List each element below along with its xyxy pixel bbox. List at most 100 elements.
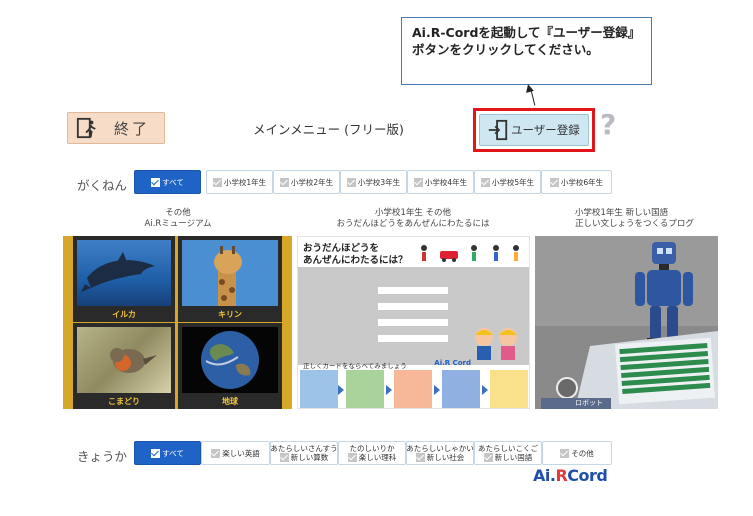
subject-chip-science[interactable]: たのしいりか 楽しい理科: [338, 441, 406, 465]
museum-tile-label: 地球: [222, 397, 238, 406]
chip-label: 楽しい英語: [222, 448, 260, 458]
robot-tag: ロボット: [575, 399, 603, 407]
card-caption-crossing: 小学校1年生 その他 おうだんほどうをあんぜんにわたるには: [313, 208, 513, 230]
subject-chip-social[interactable]: あたらしいしゃかい 新しい社会: [406, 441, 474, 465]
subject-chip-japanese[interactable]: あたらしいこくご 新しい国語: [474, 441, 542, 465]
chip-label: 新しい国語: [494, 453, 533, 462]
sequence-arrows-icon: [338, 385, 488, 395]
card-caption-robot: 小学校1年生 新しい国語 正しい文しょうをつくるプログ: [555, 208, 718, 230]
chip-reading: あたらしいさんすう: [270, 444, 338, 453]
exit-button[interactable]: 終了: [67, 112, 165, 144]
subject-chip-math[interactable]: あたらしいさんすう 新しい算数: [270, 441, 338, 465]
children-icon: [475, 328, 517, 360]
chip-label: 小学校2年生: [290, 177, 334, 187]
card-caption-line: Ai.Rミュージアム: [144, 219, 212, 229]
checkbox-icon: [346, 177, 356, 187]
checkbox-icon: [279, 453, 289, 462]
museum-tile-label: こまどり: [108, 397, 140, 406]
chip-label: その他: [571, 448, 594, 458]
chip-reading: たのしいりか: [349, 444, 395, 453]
grade-label: がくねん: [77, 178, 128, 193]
crossing-figures-icon: [421, 245, 519, 262]
checkbox-icon: [279, 177, 289, 187]
checkbox-icon: [151, 177, 161, 187]
grade-chip-5[interactable]: 小学校5年生: [474, 170, 541, 194]
crossing-question-line: あんぜんにわたるには？: [303, 255, 408, 266]
subject-chip-other[interactable]: その他: [542, 441, 612, 465]
card-caption-line: 正しい文しょうをつくるプログ: [575, 219, 694, 229]
chip-label: 小学校4年生: [424, 177, 468, 187]
robin-icon: [110, 348, 157, 373]
checkbox-icon: [549, 177, 559, 187]
chip-label: 新しい算数: [290, 453, 329, 462]
grade-chip-4[interactable]: 小学校4年生: [407, 170, 474, 194]
grade-chip-3[interactable]: 小学校3年生: [340, 170, 407, 194]
chip-label: 楽しい理科: [358, 453, 397, 462]
subject-label: きょうか: [77, 449, 128, 464]
checkbox-icon: [347, 453, 357, 462]
page-title: メインメニュー (フリー版): [253, 122, 404, 137]
checkbox-icon: [560, 448, 570, 458]
checkbox-icon: [415, 453, 425, 462]
checkbox-icon: [151, 448, 161, 458]
card-caption-line: 小学校1年生 その他: [374, 208, 452, 218]
crossing-logo: Ai.R Cord: [434, 359, 471, 367]
chip-label: 小学校5年生: [491, 177, 535, 187]
brand-logo-part: Cord: [567, 466, 608, 485]
card-caption-line: 小学校1年生 新しい国語: [575, 208, 669, 218]
crosswalk-stripe: [378, 335, 448, 342]
chip-reading: あたらしいこくご: [478, 444, 538, 453]
museum-tile-label: キリン: [218, 310, 242, 319]
road-illustration: [298, 267, 529, 365]
exit-door-icon: [76, 117, 96, 139]
checkbox-icon: [413, 177, 423, 187]
museum-tile-label: イルカ: [112, 310, 136, 319]
checkbox-icon: [211, 448, 221, 458]
chip-label: 小学校3年生: [357, 177, 401, 187]
museum-tile-earth: 地球: [178, 323, 282, 409]
crossing-question: おうだんほどうを あんぜんにわたるには？: [303, 243, 408, 267]
callout-arrow-icon: [524, 83, 534, 93]
brand-logo-part: Ai.: [533, 466, 556, 485]
chip-label: 新しい社会: [426, 453, 465, 462]
checkbox-icon: [212, 177, 222, 187]
crosswalk-stripe: [378, 303, 448, 310]
robot-scene-icon: [535, 236, 718, 409]
chip-label: すべて: [162, 448, 184, 458]
grade-chip-2[interactable]: 小学校2年生: [273, 170, 340, 194]
crossing-question-line: おうだんほどうを: [303, 243, 380, 254]
checkbox-icon: [483, 453, 493, 462]
giraffe-icon: [214, 246, 242, 310]
chip-reading: あたらしいしゃかい: [406, 444, 474, 453]
dolphin-icon: [81, 252, 155, 292]
subject-chip-all[interactable]: すべて: [134, 441, 201, 465]
user-register-button[interactable]: ユーザー登録: [479, 114, 589, 146]
subject-chip-english[interactable]: 楽しい英語: [201, 441, 270, 465]
card-caption-line: その他: [165, 208, 191, 218]
museum-tile-giraffe: キリン: [178, 236, 282, 322]
instruction-callout: Ai.R-Cordを起動して『ユーザー登録』ボタンをクリックしてください。: [401, 17, 652, 85]
lesson-card-crossing[interactable]: おうだんほどうを あんぜんにわたるには？ 正しくカードをならべてみましょう Ai…: [297, 236, 530, 409]
grade-chip-1[interactable]: 小学校1年生: [206, 170, 273, 194]
chip-label: 小学校6年生: [560, 177, 604, 187]
earth-icon: [201, 331, 259, 389]
museum-tile-robin: こまどり: [73, 323, 175, 409]
crosswalk-stripe: [378, 287, 448, 294]
checkbox-icon: [480, 177, 490, 187]
card-caption-museum: その他 Ai.Rミュージアム: [103, 208, 253, 230]
card-caption-line: おうだんほどうをあんぜんにわたるには: [336, 219, 490, 229]
chip-label: すべて: [162, 177, 184, 187]
grade-chip-6[interactable]: 小学校6年生: [541, 170, 612, 194]
sequence-card: [300, 370, 338, 408]
crosswalk-stripe: [378, 319, 448, 326]
brand-logo: Ai.RCord: [533, 466, 608, 485]
exit-label: 終了: [114, 119, 151, 138]
lesson-card-robot[interactable]: ロボット: [535, 236, 718, 409]
lesson-card-museum[interactable]: イルカ キリン こまどり 地球: [63, 236, 292, 409]
museum-tile-dolphin: イルカ: [73, 236, 175, 322]
chip-label: 小学校1年生: [223, 177, 267, 187]
help-icon[interactable]: ?: [600, 108, 616, 141]
brand-logo-part: R: [555, 466, 568, 485]
grade-chip-all[interactable]: すべて: [134, 170, 201, 194]
user-register-label: ユーザー登録: [511, 123, 580, 137]
